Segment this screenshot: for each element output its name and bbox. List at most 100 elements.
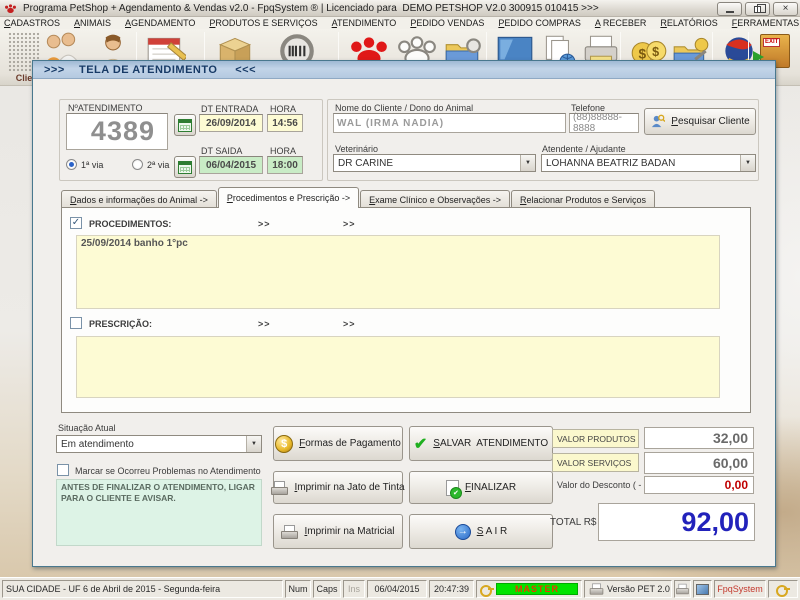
status-version-panel: Versão PET 2.0 <box>584 580 672 598</box>
exit-dialog-button[interactable]: → S A I R <box>409 514 553 549</box>
procedures-arrow-1[interactable]: >> <box>258 219 271 229</box>
procedimentos-tab-panel: ✓ PROCEDIMENTOS: >> >> 25/09/2014 banho … <box>61 207 751 413</box>
statusbar: SUA CIDADE - UF 6 de Abril de 2015 - Seg… <box>0 577 800 600</box>
status-version: Versão PET 2.0 <box>607 584 670 594</box>
chevron-down-icon: ▼ <box>520 155 535 171</box>
monitor-icon <box>696 584 709 595</box>
printer-icon <box>281 525 298 539</box>
key-icon <box>776 584 790 594</box>
exit-date-calendar-button[interactable] <box>174 156 196 178</box>
problem-checkbox[interactable] <box>57 464 69 476</box>
save-attendance-button[interactable]: ✔ SALVAR ATENDIMENTO <box>409 426 553 461</box>
exit-time-field[interactable]: 18:00 <box>267 156 303 174</box>
note-textarea[interactable]: ANTES DE FINALIZAR O ATENDIMENTO, LIGAR … <box>56 479 262 546</box>
dialog-titlebar[interactable]: >>> TELA DE ATENDIMENTO <<< <box>33 61 775 79</box>
printer-icon <box>271 481 288 495</box>
vet-dropdown[interactable]: DR CARINE ▼ <box>333 154 536 172</box>
status-location: SUA CIDADE - UF 6 de Abril de 2015 - Seg… <box>2 580 283 598</box>
status-monitor-button[interactable] <box>693 580 712 598</box>
phone-field[interactable]: (88)88888-8888 <box>569 113 639 133</box>
calendar-icon <box>178 161 192 174</box>
attendant-dropdown[interactable]: LOHANNA BEATRIZ BADAN ▼ <box>541 154 756 172</box>
close-button[interactable]: × <box>773 2 798 16</box>
tab-dados-animal[interactable]: Dados e informações do Animal -> <box>61 190 217 208</box>
status-printer-button[interactable] <box>674 580 691 598</box>
minimize-button[interactable] <box>717 2 742 16</box>
window-titlebar: Programa PetShop + Agendamento & Vendas … <box>0 0 800 17</box>
finalize-button[interactable]: FINALIZAR <box>409 471 553 504</box>
prescription-checkbox[interactable] <box>70 317 82 329</box>
status-brand: FpqSystem <box>714 580 766 598</box>
save-attendance-label: SALVAR ATENDIMENTO <box>433 438 548 449</box>
client-name-field[interactable]: WAL (IRMA NADIA) <box>333 113 566 133</box>
key-icon <box>480 584 494 594</box>
menu-animais[interactable]: ANIMAIS <box>74 18 111 28</box>
menu-agendamento[interactable]: AGENDAMENTO <box>125 18 195 28</box>
status-num-lock: Num <box>285 580 311 598</box>
printer-icon <box>676 584 689 595</box>
menu-cadastros[interactable]: CADASTROS <box>4 18 60 28</box>
tab-relacionar-produtos[interactable]: Relacionar Produtos e Serviços <box>511 190 655 208</box>
attendance-number-field[interactable]: 4389 <box>66 113 168 150</box>
discount-label: Valor do Desconto ( - ) <box>557 480 647 490</box>
print-matrix-button[interactable]: Imprimir na Matricial <box>273 514 403 549</box>
menu-pedido-vendas[interactable]: PEDIDO VENDAS <box>410 18 484 28</box>
total-field[interactable]: 92,00 <box>598 503 755 541</box>
procedures-checkbox[interactable]: ✓ <box>70 217 82 229</box>
menu-atendimento[interactable]: ATENDIMENTO <box>332 18 397 28</box>
print-inkjet-button[interactable]: Imprimir na Jato de Tinta <box>273 471 403 504</box>
search-client-button[interactable]: Pesquisar Cliente <box>644 108 756 135</box>
tela-de-atendimento-dialog: >>> TELA DE ATENDIMENTO <<< NºATENDIMENT… <box>32 60 776 567</box>
procedures-label: PROCEDIMENTOS: <box>89 219 171 229</box>
client-name-label: Nome do Cliente / Dono do Animal <box>335 103 473 113</box>
menu-relatorios[interactable]: RELATÓRIOS <box>660 18 717 28</box>
finalize-label: FINALIZAR <box>465 482 516 493</box>
prescription-textarea[interactable] <box>76 336 720 398</box>
calendar-icon <box>178 119 192 132</box>
restore-button[interactable] <box>745 2 770 16</box>
menu-pedido-compras[interactable]: PEDIDO COMPRAS <box>498 18 581 28</box>
menu-a-receber[interactable]: A RECEBER <box>595 18 647 28</box>
status-user-panel: MASTER <box>476 580 582 598</box>
exit-time-label: HORA <box>270 146 296 156</box>
exit-dialog-label: S A I R <box>477 526 508 537</box>
status-key-button[interactable] <box>768 580 798 598</box>
situation-dropdown[interactable]: Em atendimento ▼ <box>56 435 262 453</box>
print-matrix-label: Imprimir na Matricial <box>304 526 394 537</box>
via1-label: 1ª via <box>81 160 103 170</box>
status-insert: Ins <box>343 580 365 598</box>
menu-ferramentas[interactable]: FERRAMENTAS <box>732 18 799 28</box>
tab-procedimentos[interactable]: Procedimentos e Prescrição -> <box>218 187 359 208</box>
minimize-icon <box>726 11 734 13</box>
status-caps-lock: Caps <box>313 580 341 598</box>
prescription-arrow-1[interactable]: >> <box>258 319 271 329</box>
via1-radio-dot <box>66 159 77 170</box>
entry-date-field[interactable]: 26/09/2014 <box>199 114 263 132</box>
tab-bar: Dados e informações do Animal -> Procedi… <box>61 188 656 208</box>
status-time: 20:47:39 <box>429 580 474 598</box>
attendance-number-label: NºATENDIMENTO <box>68 103 142 113</box>
entry-date-calendar-button[interactable] <box>174 114 196 136</box>
prescription-arrow-2[interactable]: >> <box>343 319 356 329</box>
via1-radio[interactable]: 1ª via <box>66 159 103 170</box>
entry-date-label: DT ENTRADA <box>201 104 258 114</box>
via2-radio-dot <box>132 159 143 170</box>
services-value-label: VALOR SERVIÇOS <box>552 453 639 472</box>
services-value-field[interactable]: 60,00 <box>644 452 754 474</box>
discount-field[interactable]: 0,00 <box>644 476 754 494</box>
payment-methods-button[interactable]: $ Formas de Pagamento <box>273 426 403 461</box>
exit-date-field[interactable]: 06/04/2015 <box>199 156 263 174</box>
menu-produtos-servicos[interactable]: PRODUTOS E SERVIÇOS <box>209 18 317 28</box>
procedures-textarea[interactable]: 25/09/2014 banho 1°pc <box>76 235 720 309</box>
procedures-arrow-2[interactable]: >> <box>343 219 356 229</box>
tab-exame-clinico[interactable]: Exame Clínico e Observações -> <box>360 190 510 208</box>
attendance-groupbox: NºATENDIMENTO 4389 1ª via 2ª via DT ENTR… <box>59 99 323 181</box>
via2-radio[interactable]: 2ª via <box>132 159 169 170</box>
exit-sign-text: EXIT <box>763 38 780 47</box>
products-value-field[interactable]: 32,00 <box>644 427 754 449</box>
entry-time-field[interactable]: 14:56 <box>267 114 303 132</box>
status-user-level: MASTER <box>496 583 578 595</box>
attendant-label: Atendente / Ajudante <box>542 144 626 154</box>
search-client-icon <box>650 114 665 129</box>
total-label: TOTAL R$ <box>550 517 597 528</box>
